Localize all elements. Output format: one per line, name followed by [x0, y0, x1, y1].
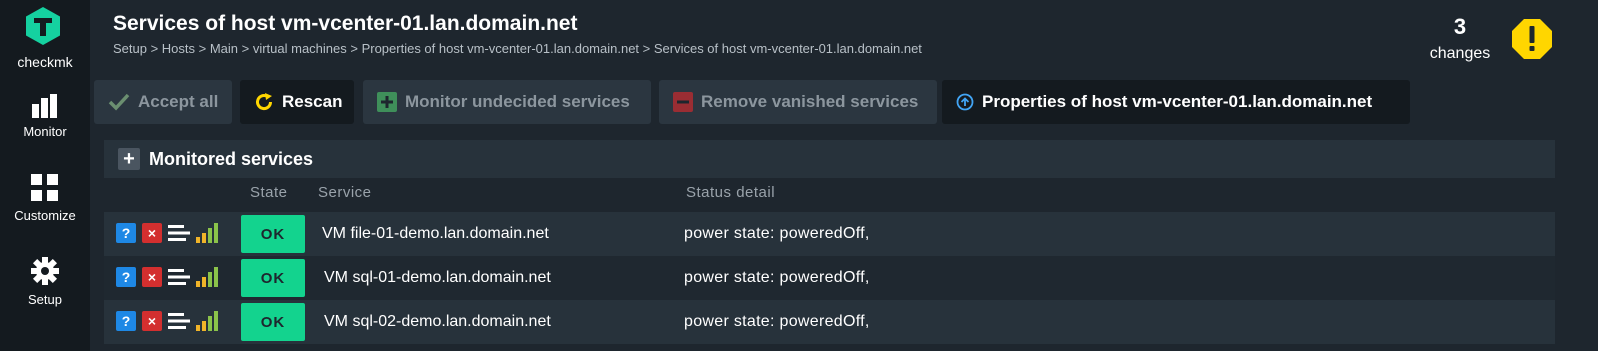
- column-header-status-detail[interactable]: Status detail: [686, 184, 775, 201]
- delete-icon[interactable]: ×: [142, 267, 162, 287]
- page-title: Services of host vm-vcenter-01.lan.domai…: [113, 12, 578, 35]
- row-actions: ? ×: [116, 223, 218, 243]
- table-row: ? × OK VM file-01-demo.lan.domain.net po…: [104, 212, 1555, 256]
- row-actions: ? ×: [116, 311, 218, 331]
- sidebar-item-customize[interactable]: Customize: [0, 174, 90, 223]
- checkmk-logo-icon[interactable]: [23, 6, 63, 46]
- expand-icon[interactable]: +: [118, 148, 140, 170]
- service-name[interactable]: VM file-01-demo.lan.domain.net: [322, 225, 549, 243]
- pending-changes[interactable]: 3 changes: [1418, 14, 1502, 64]
- monitor-undecided-label: Monitor undecided services: [405, 92, 630, 111]
- parameters-icon[interactable]: [168, 224, 190, 242]
- changes-count: 3: [1453, 14, 1467, 39]
- check-parameters-bars-icon[interactable]: [196, 311, 218, 331]
- table-row: ? × OK VM sql-01-demo.lan.domain.net pow…: [104, 256, 1555, 300]
- accept-all-button[interactable]: Accept all: [94, 80, 232, 124]
- accept-all-label: Accept all: [138, 92, 219, 111]
- monitor-bars-icon: [32, 94, 57, 118]
- sidebar-item-label: Customize: [14, 208, 76, 223]
- sidebar-item-monitor[interactable]: Monitor: [0, 94, 90, 139]
- minus-icon: [673, 92, 693, 112]
- table-row: ? × OK VM sql-02-demo.lan.domain.net pow…: [104, 300, 1555, 344]
- sidebar-item-label: Setup: [28, 292, 62, 307]
- sidebar: checkmk Monitor Customize Setup: [0, 0, 90, 351]
- delete-icon[interactable]: ×: [142, 223, 162, 243]
- rescan-icon: [254, 92, 274, 112]
- parameters-icon[interactable]: [168, 268, 190, 286]
- parameters-icon[interactable]: [168, 312, 190, 330]
- plus-icon: [377, 92, 397, 112]
- monitored-services-header[interactable]: + Monitored services: [104, 140, 1555, 178]
- customize-grid-icon: [31, 174, 58, 201]
- check-parameters-bars-icon[interactable]: [196, 267, 218, 287]
- sidebar-item-label: Monitor: [23, 124, 67, 139]
- section-title: Monitored services: [149, 148, 314, 169]
- service-name[interactable]: VM sql-01-demo.lan.domain.net: [324, 269, 551, 287]
- breadcrumb[interactable]: Setup > Hosts > Main > virtual machines …: [113, 41, 922, 56]
- monitor-undecided-button[interactable]: Monitor undecided services: [363, 80, 651, 124]
- service-name[interactable]: VM sql-02-demo.lan.domain.net: [324, 313, 551, 331]
- rescan-button[interactable]: Rescan: [240, 80, 354, 124]
- sidebar-item-setup[interactable]: Setup: [0, 256, 90, 307]
- table-header: State Service Status detail: [104, 178, 1555, 210]
- status-detail: power state: poweredOff,: [684, 269, 870, 286]
- check-parameters-bars-icon[interactable]: [196, 223, 218, 243]
- delete-icon[interactable]: ×: [142, 311, 162, 331]
- status-badge: OK: [241, 259, 305, 297]
- rescan-label: Rescan: [282, 92, 343, 111]
- status-detail: power state: poweredOff,: [684, 225, 870, 242]
- help-icon[interactable]: ?: [116, 311, 136, 331]
- warning-icon[interactable]: [1510, 17, 1554, 61]
- setup-gear-icon: [31, 257, 59, 285]
- status-badge: OK: [241, 215, 305, 253]
- status-badge: OK: [241, 303, 305, 341]
- arrow-up-circle-icon: [956, 93, 974, 111]
- remove-vanished-label: Remove vanished services: [701, 92, 919, 111]
- remove-vanished-button[interactable]: Remove vanished services: [659, 80, 937, 124]
- status-detail: power state: poweredOff,: [684, 313, 870, 330]
- host-properties-button[interactable]: Properties of host vm-vcenter-01.lan.dom…: [942, 80, 1410, 124]
- checkmark-icon: [108, 93, 130, 111]
- help-icon[interactable]: ?: [116, 223, 136, 243]
- logo-text: checkmk: [17, 54, 73, 70]
- row-actions: ? ×: [116, 267, 218, 287]
- column-header-service[interactable]: Service: [318, 184, 372, 201]
- changes-label: changes: [1429, 45, 1491, 62]
- help-icon[interactable]: ?: [116, 267, 136, 287]
- host-properties-label: Properties of host vm-vcenter-01.lan.dom…: [982, 92, 1373, 111]
- column-header-state[interactable]: State: [250, 184, 288, 201]
